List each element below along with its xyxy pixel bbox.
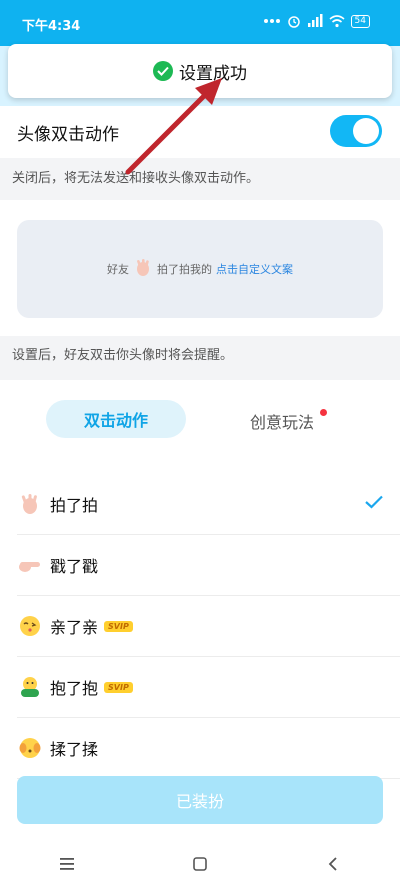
action-item-pat[interactable]: 拍了拍: [17, 474, 400, 535]
wifi-icon: [329, 14, 345, 28]
preview-friend: 好友: [107, 263, 129, 276]
kissing-face-icon: [17, 614, 42, 639]
status-icons: 54: [263, 14, 370, 28]
worn-button[interactable]: 已装扮: [17, 776, 383, 824]
action-label: 亲了亲: [50, 618, 99, 637]
status-bar: 下午4:34 54: [0, 0, 400, 46]
toast-message: 设置成功: [179, 63, 247, 84]
status-time: 下午4:34: [22, 19, 81, 34]
action-item-kiss[interactable]: 亲了亲 SVIP: [17, 596, 400, 657]
back-icon[interactable]: [303, 857, 363, 871]
pointing-hand-icon: [17, 553, 42, 578]
action-label: 抱了抱: [50, 679, 99, 698]
selected-check-icon: [365, 494, 383, 513]
action-list: 拍了拍 戳了戳 亲了亲 SVIP 抱了抱 SVIP 揉了揉: [0, 474, 400, 779]
action-label: 揉了揉: [50, 740, 99, 759]
toggle-knob: [353, 118, 379, 144]
action-item-poke[interactable]: 戳了戳: [17, 535, 400, 596]
home-icon[interactable]: [170, 857, 230, 871]
battery-icon: 54: [350, 14, 370, 28]
success-toast: 设置成功: [8, 44, 392, 98]
tab-creative-play[interactable]: 创意玩法: [250, 409, 314, 433]
tab-bar: 双击动作 创意玩法: [0, 392, 400, 448]
preview-action: 拍了拍我的: [157, 263, 212, 276]
svip-badge: SVIP: [104, 681, 133, 693]
check-circle-icon: [153, 61, 173, 81]
action-item-hug[interactable]: 抱了抱 SVIP: [17, 657, 400, 718]
preview-section: 好友 拍了拍我的 点击自定义文案: [0, 200, 400, 336]
svip-badge: SVIP: [104, 620, 133, 632]
action-label: 拍了拍: [50, 496, 99, 515]
menu-icon[interactable]: [37, 858, 97, 870]
waving-hand-icon: [133, 258, 153, 281]
double-tap-toggle[interactable]: [330, 115, 382, 147]
system-nav-bar: [0, 840, 400, 888]
setting-label: 头像双击动作: [17, 125, 119, 145]
new-badge-dot: [320, 409, 327, 416]
more-dots-icon: [263, 18, 281, 24]
preview-card: 好友 拍了拍我的 点击自定义文案: [17, 220, 383, 318]
double-tap-setting-row: 头像双击动作: [0, 106, 400, 158]
remind-hint: 设置后，好友双击你头像时将会提醒。: [0, 336, 400, 380]
tab-double-tap-action[interactable]: 双击动作: [46, 400, 186, 438]
rubbing-face-icon: [17, 736, 42, 761]
alarm-icon: [287, 14, 301, 28]
action-item-rub[interactable]: 揉了揉: [17, 718, 400, 779]
hugging-icon: [17, 675, 42, 700]
waving-hand-icon: [17, 492, 42, 517]
toggle-hint: 关闭后，将无法发送和接收头像双击动作。: [0, 158, 400, 200]
signal-icon: [307, 14, 323, 28]
action-label: 戳了戳: [50, 557, 99, 576]
custom-text-link[interactable]: 点击自定义文案: [216, 261, 293, 277]
